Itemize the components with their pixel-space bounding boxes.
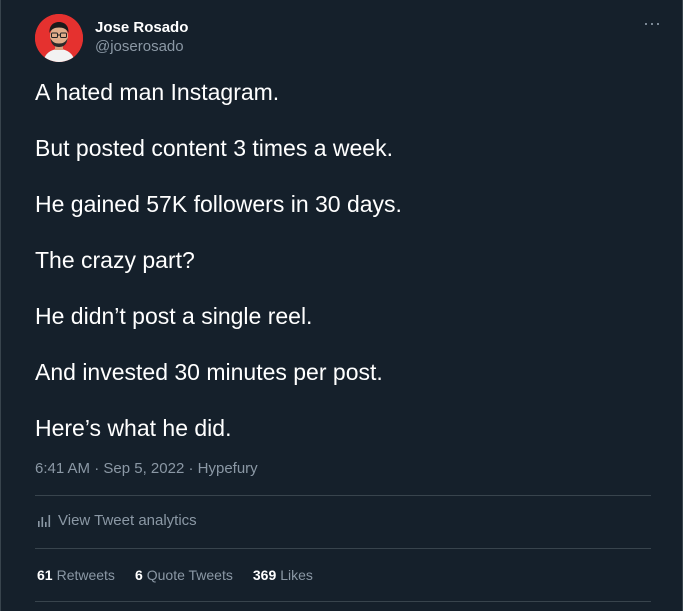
tweet-paragraph: But posted content 3 times a week. <box>35 135 393 161</box>
divider <box>35 495 651 496</box>
avatar-image <box>35 14 83 62</box>
tweet-paragraph: Here’s what he did. <box>35 415 232 441</box>
tweet-paragraph: And invested 30 minutes per post. <box>35 359 383 385</box>
author-name[interactable]: Jose Rosado <box>95 19 188 37</box>
tweet-header: Jose Rosado @joserosado ··· <box>35 14 665 64</box>
analytics-icon <box>38 514 51 527</box>
analytics-label: View Tweet analytics <box>58 512 197 529</box>
tweet-time[interactable]: 6:41 AM <box>35 460 90 477</box>
likes-label: Likes <box>280 567 313 583</box>
tweet-date[interactable]: Sep 5, 2022 <box>103 460 184 477</box>
author-info: Jose Rosado @joserosado <box>95 19 188 57</box>
tweet-metadata: 6:41 AM · Sep 5, 2022 · Hypefury <box>35 460 258 477</box>
tweet-paragraph: The crazy part? <box>35 247 195 273</box>
retweets-count: 61 <box>37 567 53 583</box>
avatar[interactable] <box>35 14 83 62</box>
tweet-source[interactable]: Hypefury <box>198 460 258 477</box>
quote-tweets-stat[interactable]: 6 Quote Tweets <box>135 567 233 583</box>
divider <box>35 601 651 602</box>
likes-stat[interactable]: 369 Likes <box>253 567 313 583</box>
retweets-stat[interactable]: 61 Retweets <box>37 567 115 583</box>
tweet-text: A hated man Instagram. But posted conten… <box>35 78 655 470</box>
likes-count: 369 <box>252 567 277 583</box>
meta-separator: · <box>94 460 104 477</box>
engagement-stats: 61 Retweets 6 Quote Tweets 369 Likes <box>37 567 333 583</box>
tweet-paragraph: He didn’t post a single reel. <box>35 303 313 329</box>
retweets-label: Retweets <box>56 567 115 583</box>
tweet-paragraph: He gained 57K followers in 30 days. <box>35 191 402 217</box>
more-options-button[interactable]: ··· <box>639 13 665 36</box>
quote-tweets-count: 6 <box>134 567 143 583</box>
view-analytics-link[interactable]: View Tweet analytics <box>37 512 197 529</box>
tweet-paragraph: A hated man Instagram. <box>35 79 280 105</box>
divider <box>35 548 651 549</box>
more-options-icon: ··· <box>643 13 661 33</box>
author-handle[interactable]: @joserosado <box>95 37 188 57</box>
meta-separator: · <box>188 460 198 477</box>
tweet-card: Jose Rosado @joserosado ··· A hated man … <box>0 0 683 611</box>
quote-tweets-label: Quote Tweets <box>146 567 233 583</box>
